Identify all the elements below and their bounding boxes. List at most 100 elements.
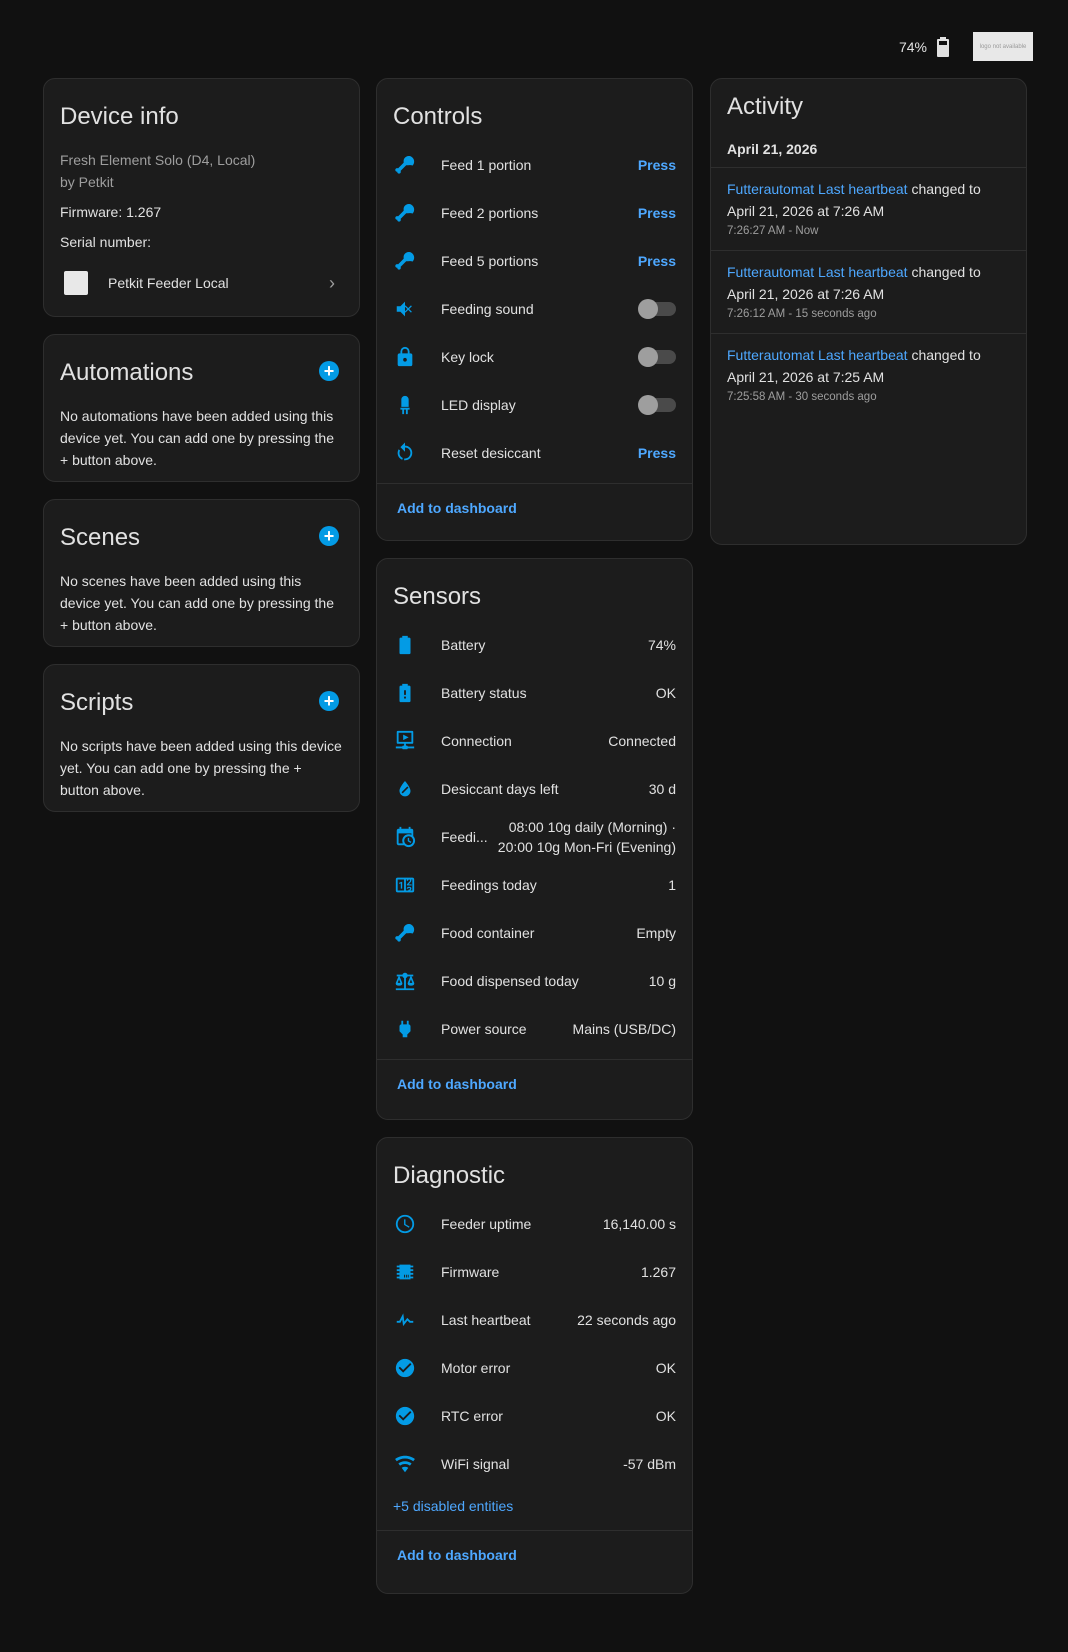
- control-row[interactable]: Key lock: [377, 333, 692, 381]
- sensor-row[interactable]: Food container Empty: [377, 909, 692, 957]
- diagnostic-value: OK: [655, 1408, 676, 1424]
- diagnostic-row[interactable]: Firmware 1.267: [377, 1248, 692, 1296]
- sensors-card: Sensors Battery 74% Battery status OK Co…: [376, 558, 693, 1120]
- disabled-entities-link[interactable]: +5 disabled entities: [377, 1488, 692, 1530]
- control-row[interactable]: LED display: [377, 381, 692, 429]
- control-row[interactable]: Feed 1 portion Press: [377, 141, 692, 189]
- activity-changed-text: changed to: [907, 264, 981, 280]
- activity-changed-text: changed to: [907, 347, 981, 363]
- sensor-name: Battery status: [441, 685, 527, 701]
- heart-pulse-icon: [393, 1308, 417, 1332]
- top-bar: 74% logo not available: [899, 32, 1033, 61]
- refresh-icon: [393, 441, 417, 465]
- device-serial: Serial number:: [60, 234, 152, 250]
- device-manufacturer: by Petkit: [60, 174, 114, 190]
- sensor-row[interactable]: Power source Mains (USB/DC): [377, 1005, 692, 1053]
- press-button[interactable]: Press: [638, 445, 676, 461]
- sensor-value: 74%: [647, 637, 676, 653]
- chevron-right-icon: ›: [329, 272, 335, 293]
- battery-icon: [937, 36, 949, 57]
- activity-entry-text: Futterautomat Last heartbeat changed to: [727, 261, 1010, 283]
- activity-value: April 21, 2026 at 7:25 AM: [727, 369, 885, 385]
- integration-logo: [64, 271, 88, 295]
- sensor-row[interactable]: Feedi... 08:00 10g daily (Morning) · 20:…: [377, 813, 692, 861]
- check-circle-icon: [393, 1356, 417, 1380]
- scripts-description: No scripts have been added using this de…: [60, 738, 342, 798]
- diagnostic-value: 16,140.00 s: [602, 1216, 676, 1232]
- water-percent-icon: [393, 777, 417, 801]
- sensor-value: Empty: [636, 925, 676, 941]
- counter-icon: [393, 873, 417, 897]
- check-circle-icon: [393, 1404, 417, 1428]
- activity-card: Activity April 21, 2026 Futterautomat La…: [710, 78, 1027, 545]
- sensor-row[interactable]: Food dispensed today 10 g: [377, 957, 692, 1005]
- wifi-icon: [393, 1452, 417, 1476]
- add-automation-button[interactable]: +: [319, 361, 339, 381]
- diagnostic-name: RTC error: [441, 1408, 503, 1424]
- chip-icon: [393, 1260, 417, 1284]
- sensor-name: Food dispensed today: [441, 973, 579, 989]
- feeding-schedule-line: 20:00 10g Mon-Fri (Evening): [497, 839, 676, 855]
- control-row[interactable]: Feed 2 portions Press: [377, 189, 692, 237]
- integration-link[interactable]: Petkit Feeder Local ›: [44, 253, 359, 295]
- battery-alert-icon: [393, 681, 417, 705]
- sensor-row[interactable]: Desiccant days left 30 d: [377, 765, 692, 813]
- sensor-row[interactable]: Connection Connected: [377, 717, 692, 765]
- control-name: LED display: [441, 397, 516, 413]
- feeding-sound-toggle[interactable]: [638, 299, 676, 319]
- activity-entity-link[interactable]: Futterautomat Last heartbeat: [727, 181, 908, 197]
- automations-card: Automations + No automations have been a…: [43, 334, 360, 482]
- led-display-toggle[interactable]: [638, 395, 676, 415]
- press-button[interactable]: Press: [638, 253, 676, 269]
- sensor-row[interactable]: Battery status OK: [377, 669, 692, 717]
- scripts-title: Scripts: [60, 689, 134, 716]
- add-to-dashboard-button[interactable]: Add to dashboard: [397, 500, 517, 516]
- sensor-value: 1: [668, 877, 676, 893]
- control-row[interactable]: Feeding sound: [377, 285, 692, 333]
- press-button[interactable]: Press: [638, 157, 676, 173]
- activity-changed-text: changed to: [907, 181, 981, 197]
- control-row[interactable]: Reset desiccant Press: [377, 429, 692, 477]
- scripts-card: Scripts + No scripts have been added usi…: [43, 664, 360, 812]
- add-to-dashboard-button[interactable]: Add to dashboard: [397, 1547, 517, 1563]
- activity-entry: Futterautomat Last heartbeat changed to …: [711, 251, 1026, 334]
- activity-entity-link[interactable]: Futterautomat Last heartbeat: [727, 347, 908, 363]
- sensor-name: Food container: [441, 925, 535, 941]
- diagnostic-name: Feeder uptime: [441, 1216, 532, 1232]
- diagnostic-value: 22 seconds ago: [577, 1312, 676, 1328]
- add-scene-button[interactable]: +: [319, 526, 339, 546]
- food-drumstick-icon: [393, 201, 417, 225]
- device-model: Fresh Element Solo (D4, Local) by Petkit: [44, 141, 359, 193]
- feeding-schedule-line: 08:00 10g daily (Morning) ·: [508, 819, 676, 835]
- press-button[interactable]: Press: [638, 205, 676, 221]
- sensor-value: 10 g: [648, 973, 676, 989]
- sensor-value: OK: [655, 685, 676, 701]
- diagnostic-row[interactable]: Motor error OK: [377, 1344, 692, 1392]
- diagnostic-row[interactable]: WiFi signal -57 dBm: [377, 1440, 692, 1488]
- activity-time: 7:26:27 AM - Now: [727, 225, 819, 237]
- diagnostic-name: Firmware: [441, 1264, 500, 1280]
- diagnostic-row[interactable]: Feeder uptime 16,140.00 s: [377, 1200, 692, 1248]
- sensor-name: Desiccant days left: [441, 781, 559, 797]
- diagnostic-card: Diagnostic Feeder uptime 16,140.00 s Fir…: [376, 1137, 693, 1594]
- sensor-row[interactable]: Battery 74%: [377, 621, 692, 669]
- activity-entity-link[interactable]: Futterautomat Last heartbeat: [727, 264, 908, 280]
- diagnostic-value: OK: [655, 1360, 676, 1376]
- add-to-dashboard-button[interactable]: Add to dashboard: [397, 1076, 517, 1092]
- activity-value: April 21, 2026 at 7:26 AM: [727, 203, 885, 219]
- control-row[interactable]: Feed 5 portions Press: [377, 237, 692, 285]
- activity-title: Activity: [727, 93, 804, 120]
- sensor-row[interactable]: Feedings today 1: [377, 861, 692, 909]
- diagnostic-name: Last heartbeat: [441, 1312, 531, 1328]
- diagnostic-value: -57 dBm: [623, 1456, 676, 1472]
- diagnostic-row[interactable]: RTC error OK: [377, 1392, 692, 1440]
- clock-icon: [393, 1212, 417, 1236]
- sensors-title: Sensors: [393, 583, 482, 610]
- key-lock-toggle[interactable]: [638, 347, 676, 367]
- control-name: Reset desiccant: [441, 445, 541, 461]
- battery-percentage: 74%: [898, 38, 927, 55]
- automations-description: No automations have been added using thi…: [60, 408, 334, 468]
- control-name: Feed 5 portions: [441, 253, 539, 269]
- add-script-button[interactable]: +: [319, 691, 339, 711]
- diagnostic-row[interactable]: Last heartbeat 22 seconds ago: [377, 1296, 692, 1344]
